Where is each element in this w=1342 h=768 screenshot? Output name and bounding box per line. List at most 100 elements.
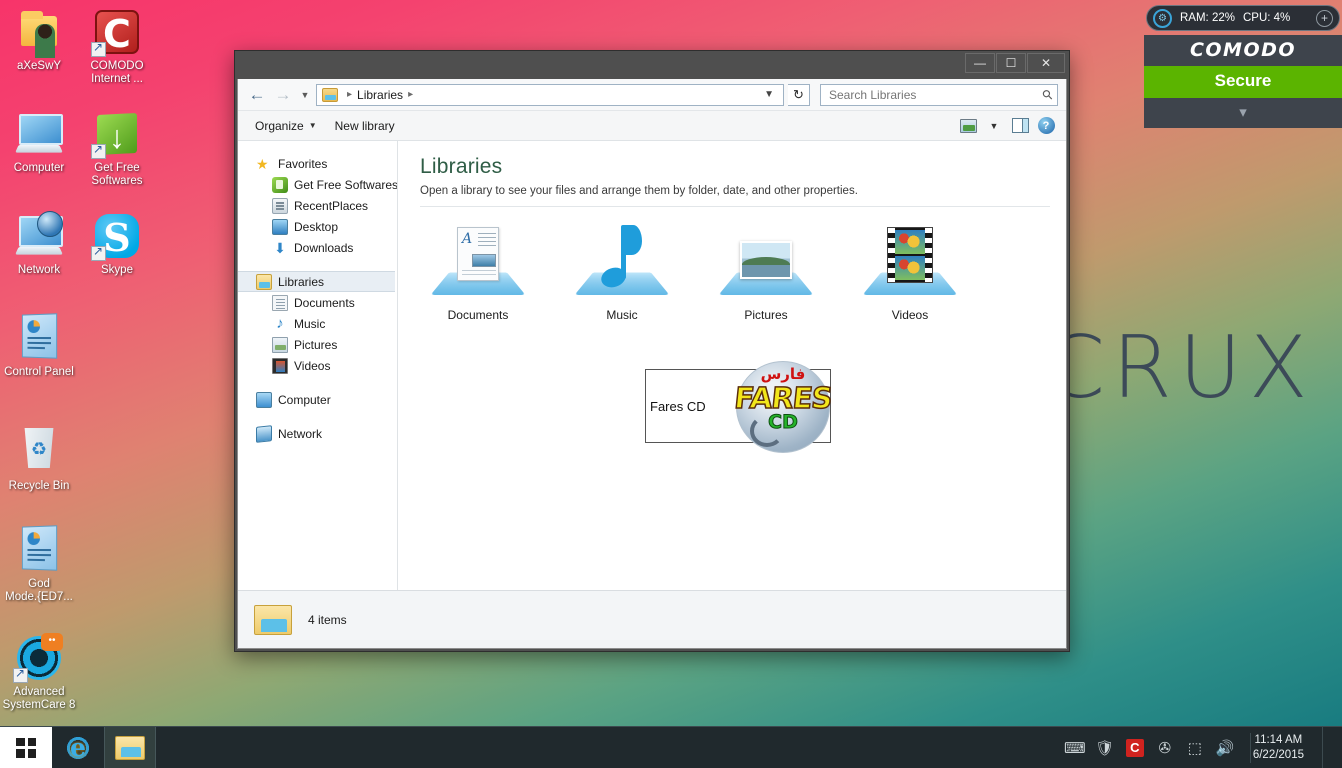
sidebar-item-computer[interactable]: Computer	[238, 389, 397, 410]
desktop-icon-recycle-bin[interactable]: Recycle Bin	[0, 424, 78, 493]
library-tile-label: Videos	[891, 308, 929, 322]
maximize-button[interactable]: ☐	[996, 53, 1026, 73]
plus-icon[interactable]: +	[1316, 9, 1333, 27]
wallpaper-text: CRUX	[1045, 318, 1315, 418]
library-tile-videos[interactable]: Videos	[856, 223, 964, 322]
keyboard-layout-icon[interactable]: ⌨	[1064, 739, 1086, 757]
sidebar-item-label: Videos	[294, 358, 331, 373]
comodo-status-badge[interactable]: Secure	[1144, 66, 1342, 98]
pictures-library-icon	[272, 336, 288, 353]
desktop-icon-label: Skype	[101, 264, 133, 276]
change-view-icon[interactable]	[956, 115, 980, 137]
sidebar-item-libraries[interactable]: Libraries	[238, 271, 395, 292]
desktop-icon-axeswy[interactable]: aXeSwY	[0, 8, 78, 73]
library-tile-documents[interactable]: A Documents	[424, 223, 532, 322]
file-explorer-icon	[115, 735, 145, 760]
sidebar-item-favorites[interactable]: Favorites	[238, 153, 397, 174]
computer-icon	[15, 110, 63, 158]
desktop-icon-god-mode[interactable]: God Mode.{ED7...	[0, 525, 78, 604]
preview-pane-icon[interactable]	[1008, 115, 1032, 137]
organize-button[interactable]: Organize ▼	[246, 115, 326, 137]
address-bar[interactable]: ▸ Libraries ▸ ▼	[316, 83, 784, 106]
comodo-tray-icon[interactable]: C	[1125, 738, 1144, 757]
shortcut-overlay-icon	[91, 40, 106, 57]
chevron-down-icon[interactable]: ▾	[1144, 98, 1342, 128]
sidebar-item-network[interactable]: Network	[238, 423, 397, 444]
breadcrumb-libraries[interactable]: Libraries	[357, 88, 403, 102]
back-arrow-icon[interactable]: ←	[246, 84, 268, 106]
clock-time: 11:14 AM	[1254, 733, 1303, 746]
star-icon	[256, 156, 272, 172]
cpu-usage-label: CPU: 4%	[1242, 12, 1291, 24]
sidebar-item-pictures[interactable]: Pictures	[238, 334, 397, 355]
library-tile-music[interactable]: Music	[568, 223, 676, 322]
search-field[interactable]	[829, 87, 1044, 102]
folder-user-icon	[15, 8, 63, 58]
desktop-icon-comodo-internet-security[interactable]: COMODO Internet ...	[78, 8, 156, 86]
chevron-down-icon[interactable]: ▼	[982, 115, 1006, 137]
start-button-icon[interactable]	[0, 726, 52, 768]
sidebar-item-label: Pictures	[294, 337, 338, 352]
documents-library-icon	[272, 294, 288, 311]
comodo-widget[interactable]: ⚙ RAM: 22% CPU: 4% + COMODO Secure ▾	[1144, 5, 1342, 128]
videos-library-tile	[856, 223, 964, 305]
desktop-icon-label: Get Free Softwares	[91, 162, 143, 187]
navigation-pane[interactable]: Favorites Get Free Softwares RecentPlace…	[238, 141, 398, 590]
taskbar-item-file-explorer[interactable]	[104, 726, 156, 768]
volume-icon[interactable]: 🔊	[1215, 739, 1234, 757]
chevron-down-icon: ▼	[308, 121, 317, 130]
library-tile-label: Music	[606, 308, 638, 322]
sidebar-item-get-free-softwares[interactable]: Get Free Softwares	[238, 174, 397, 195]
advanced-systemcare-icon	[13, 633, 63, 683]
fares-logo-main: FARES	[732, 380, 834, 416]
sidebar-item-music[interactable]: Music	[238, 313, 397, 334]
page-subtitle: Open a library to see your files and arr…	[420, 185, 858, 197]
sidebar-item-label: Network	[278, 426, 323, 441]
skype-icon	[91, 212, 141, 261]
videos-library-icon	[272, 357, 288, 374]
sidebar-item-downloads[interactable]: Downloads	[238, 237, 397, 258]
page-title: Libraries	[420, 155, 503, 178]
control-panel-icon	[15, 313, 63, 362]
desktop-icon-control-panel[interactable]: Control Panel	[0, 313, 78, 379]
sidebar-item-videos[interactable]: Videos	[238, 355, 397, 376]
desktop-icon-skype[interactable]: Skype	[78, 212, 156, 277]
forward-arrow-icon[interactable]: →	[272, 84, 294, 106]
sidebar-item-recent-places[interactable]: RecentPlaces	[238, 195, 397, 216]
sidebar-item-documents[interactable]: Documents	[238, 292, 397, 313]
breadcrumb-separator[interactable]: ▸	[403, 89, 418, 100]
content-pane[interactable]: Libraries Open a library to see your fil…	[398, 141, 1066, 590]
shortcut-overlay-icon	[91, 142, 106, 159]
address-dropdown-icon[interactable]: ▼	[758, 89, 780, 100]
refresh-icon[interactable]: ↻	[788, 83, 810, 106]
chevron-down-icon[interactable]: ▼	[298, 90, 312, 100]
sidebar-item-label: Computer	[278, 392, 331, 407]
help-icon[interactable]: ?	[1034, 115, 1058, 137]
fares-cd-popup[interactable]: Fares CD فارس FARES CD	[645, 361, 834, 453]
network-tray-icon[interactable]: ⬚	[1186, 739, 1204, 757]
comodo-stats-bar[interactable]: ⚙ RAM: 22% CPU: 4% +	[1146, 5, 1340, 31]
clock[interactable]: 11:14 AM 6/22/2015	[1249, 732, 1310, 763]
sidebar-item-label: Libraries	[278, 274, 325, 289]
library-tile-label: Pictures	[744, 308, 788, 322]
desktop-icon-get-free-softwares[interactable]: Get Free Softwares	[78, 110, 156, 188]
fares-logo-sub: CD	[768, 411, 799, 434]
window-titlebar[interactable]: — ☐ ✕	[235, 51, 1069, 79]
desktop-icon-network[interactable]: Network	[0, 211, 78, 277]
taskbar-item-internet-explorer[interactable]	[52, 727, 104, 768]
minimize-button[interactable]: —	[965, 53, 995, 73]
desktop-icon-label: Control Panel	[4, 366, 74, 378]
search-input[interactable]: ⚲	[820, 83, 1058, 106]
god-mode-icon	[15, 525, 63, 574]
desktop-icon-advanced-systemcare[interactable]: Advanced SystemCare 8	[0, 633, 78, 712]
desktop-icon-label: Recycle Bin	[8, 480, 70, 492]
desktop-icon-computer[interactable]: Computer	[0, 110, 78, 175]
library-tile-pictures[interactable]: Pictures	[712, 223, 820, 322]
address-bar-row: ← → ▼ ▸ Libraries ▸ ▼ ↻ ⚲	[238, 79, 1066, 111]
usb-device-icon[interactable]: ✇	[1156, 739, 1174, 757]
security-shield-icon[interactable]: 🛡	[1095, 739, 1114, 757]
show-desktop-button[interactable]	[1322, 726, 1332, 768]
close-button[interactable]: ✕	[1027, 53, 1065, 73]
new-library-button[interactable]: New library	[326, 115, 404, 137]
sidebar-item-desktop[interactable]: Desktop	[238, 216, 397, 237]
